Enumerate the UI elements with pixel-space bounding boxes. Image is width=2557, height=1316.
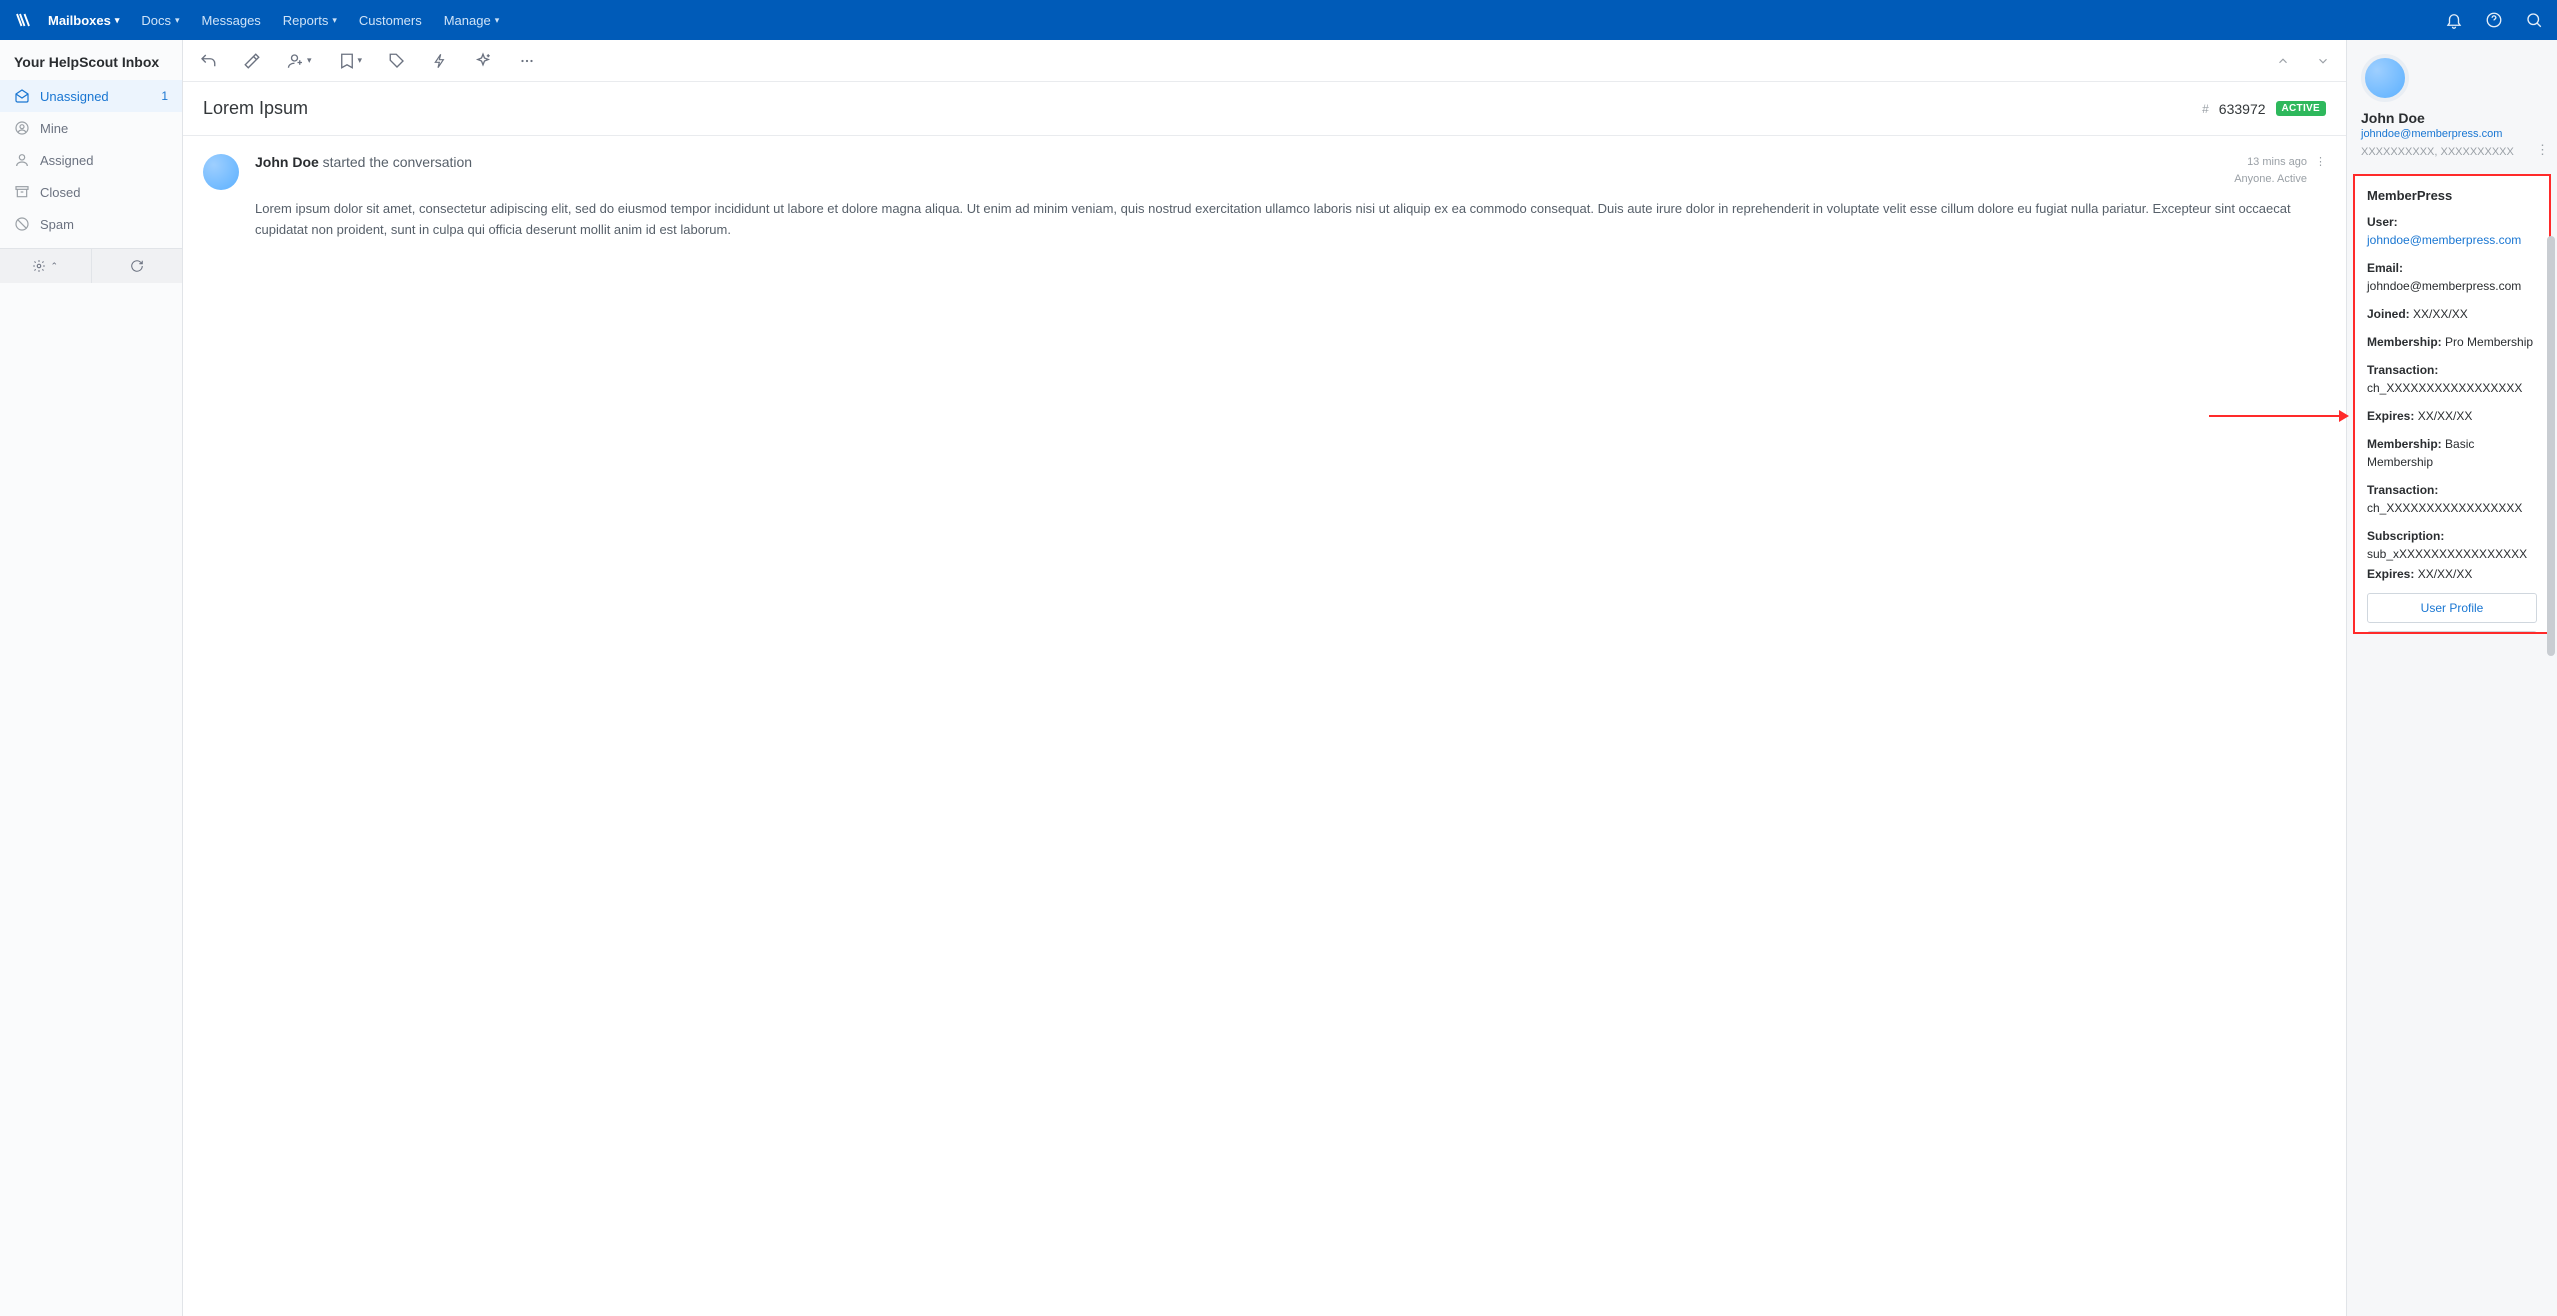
transactions-button[interactable]: Transactions <box>2367 631 2537 634</box>
thread-body-text: Lorem ipsum dolor sit amet, consectetur … <box>255 199 2326 241</box>
tag-icon[interactable] <box>388 52 406 70</box>
conversation-toolbar: ▾ ▾ <box>183 40 2346 82</box>
status-icon[interactable]: ▾ <box>338 52 363 70</box>
mail-open-icon <box>14 88 30 104</box>
thread-time: 13 mins ago <box>2234 154 2307 171</box>
reply-icon[interactable] <box>199 52 217 70</box>
thread-avatar-icon <box>203 154 239 190</box>
workflow-icon[interactable] <box>432 52 448 70</box>
mp-exp1: XX/XX/XX <box>2418 409 2473 423</box>
top-navbar: Mailboxes▾ Docs▾ Messages Reports▾ Custo… <box>0 0 2557 40</box>
memberpress-card: MemberPress User:johndoe@memberpress.com… <box>2353 174 2551 634</box>
nav-reports[interactable]: Reports▾ <box>283 13 337 28</box>
folder-label: Spam <box>40 217 74 232</box>
bell-icon[interactable] <box>2445 11 2463 29</box>
status-badge: ACTIVE <box>2276 101 2326 116</box>
folder-count: 1 <box>161 89 168 103</box>
note-icon[interactable] <box>243 52 261 70</box>
prev-conversation-icon[interactable] <box>2276 54 2290 68</box>
customer-meta: XXXXXXXXXX, XXXXXXXXXX <box>2361 146 2543 158</box>
folder-label: Mine <box>40 121 68 136</box>
folder-label: Unassigned <box>40 89 109 104</box>
user-profile-button[interactable]: User Profile <box>2367 593 2537 623</box>
sidebar-scrollbar[interactable] <box>2547 236 2555 686</box>
logo-icon[interactable] <box>14 11 32 29</box>
customer-more-icon[interactable]: ⋮ <box>2536 142 2549 158</box>
folder-assigned[interactable]: Assigned <box>0 144 182 176</box>
top-nav-items: Mailboxes▾ Docs▾ Messages Reports▾ Custo… <box>48 13 2445 28</box>
folder-label: Assigned <box>40 153 93 168</box>
nav-messages[interactable]: Messages <box>202 13 261 28</box>
conversation-pane: ▾ ▾ Lorem Ipsum # 633972 ACTIVE John Doe… <box>183 40 2347 1316</box>
user-circle-icon <box>14 120 30 136</box>
folder-unassigned[interactable]: Unassigned 1 <box>0 80 182 112</box>
nav-customers[interactable]: Customers <box>359 13 422 28</box>
mp-exp2: XX/XX/XX <box>2418 567 2473 581</box>
archive-icon <box>14 184 30 200</box>
assign-icon[interactable]: ▾ <box>287 52 312 70</box>
sidebar: Your HelpScout Inbox Unassigned 1 Mine A… <box>0 40 183 1316</box>
thread-item: John Doe started the conversation 13 min… <box>183 136 2346 259</box>
folder-spam[interactable]: Spam <box>0 208 182 240</box>
folder-mine[interactable]: Mine <box>0 112 182 144</box>
mp-email-value: johndoe@memberpress.com <box>2367 279 2521 293</box>
customer-name: John Doe <box>2361 110 2543 126</box>
settings-button[interactable]: ⌃ <box>0 249 92 283</box>
thread-more-icon[interactable]: ⋮ <box>2315 154 2326 171</box>
mp-sub2: sub_xXXXXXXXXXXXXXXXX <box>2367 547 2527 561</box>
conversation-hash: # <box>2202 102 2209 116</box>
next-conversation-icon[interactable] <box>2316 54 2330 68</box>
folder-closed[interactable]: Closed <box>0 176 182 208</box>
nav-mailboxes[interactable]: Mailboxes▾ <box>48 13 119 28</box>
conversation-subject: Lorem Ipsum <box>203 98 2192 119</box>
more-icon[interactable] <box>518 52 536 70</box>
sparkle-icon[interactable] <box>474 52 492 70</box>
thread-author-line: John Doe started the conversation <box>255 154 472 170</box>
nav-manage[interactable]: Manage▾ <box>444 13 500 28</box>
mp-txn2: ch_XXXXXXXXXXXXXXXXX <box>2367 501 2522 515</box>
sidebar-title: Your HelpScout Inbox <box>0 40 182 80</box>
customer-email[interactable]: johndoe@memberpress.com <box>2361 128 2543 140</box>
nav-docs[interactable]: Docs▾ <box>141 13 179 28</box>
subject-row: Lorem Ipsum # 633972 ACTIVE <box>183 82 2346 136</box>
customer-sidebar: John Doe johndoe@memberpress.com XXXXXXX… <box>2347 40 2557 1316</box>
card-title: MemberPress <box>2367 188 2537 203</box>
conversation-number: 633972 <box>2219 101 2266 117</box>
thread-visibility: Anyone. Active <box>2234 171 2307 188</box>
sidebar-footer: ⌃ <box>0 248 182 283</box>
refresh-button[interactable] <box>92 249 183 283</box>
mp-user-link[interactable]: johndoe@memberpress.com <box>2367 233 2521 247</box>
folder-label: Closed <box>40 185 80 200</box>
mp-txn1: ch_XXXXXXXXXXXXXXXXX <box>2367 381 2522 395</box>
mp-joined-value: XX/XX/XX <box>2413 307 2468 321</box>
ban-icon <box>14 216 30 232</box>
customer-avatar-icon <box>2361 54 2409 102</box>
help-icon[interactable] <box>2485 11 2503 29</box>
mp-membership1: Pro Membership <box>2445 335 2533 349</box>
search-icon[interactable] <box>2525 11 2543 29</box>
user-icon <box>14 152 30 168</box>
